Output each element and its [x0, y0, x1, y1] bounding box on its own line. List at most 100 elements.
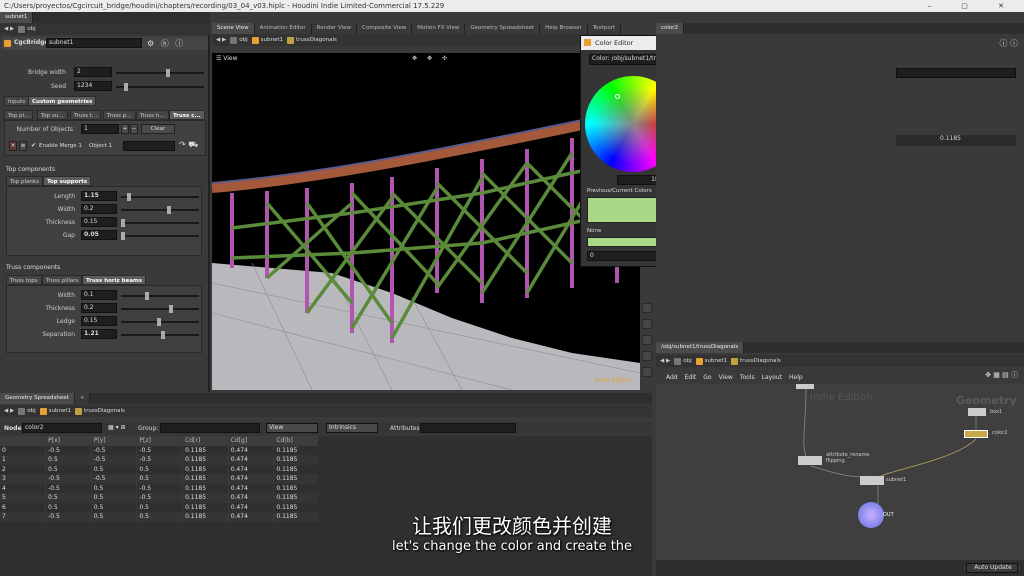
param-field[interactable] — [896, 68, 1016, 78]
path-subnet1[interactable]: subnet1 — [251, 36, 283, 44]
back-icon[interactable]: ◀ ▶ — [4, 26, 14, 32]
tool-icon[interactable] — [642, 319, 652, 329]
subtab-truss-horiz[interactable]: Truss h... — [136, 110, 169, 120]
intrinsics-dropdown[interactable]: Intrinsics — [326, 423, 378, 433]
attributes-field[interactable] — [420, 423, 516, 433]
param-slider[interactable] — [121, 232, 199, 240]
wheel-cursor[interactable] — [615, 94, 620, 99]
clear-button[interactable]: Clear — [141, 124, 175, 134]
tab-textport[interactable]: Textport — [587, 23, 622, 34]
tab-truss-horiz-beams[interactable]: Truss horiz beams — [82, 275, 147, 285]
tool-icon[interactable] — [642, 351, 652, 361]
param-field[interactable]: 1.21 — [81, 329, 117, 339]
pick-icon[interactable]: ↷ ⛟ — [179, 140, 198, 150]
param-field[interactable]: 0.2 — [81, 303, 117, 313]
node-input[interactable] — [796, 384, 814, 389]
node-field[interactable]: color2 — [22, 423, 102, 433]
column-header[interactable]: Cd[b] — [273, 436, 320, 446]
path-subnet1[interactable]: subnet1 — [695, 357, 727, 365]
tab-top-planks[interactable]: Top planks — [6, 176, 43, 186]
column-header[interactable]: Cd[g] — [228, 436, 275, 446]
param-slider[interactable] — [121, 219, 199, 227]
tool-icon[interactable] — [642, 367, 652, 377]
tab-motion-fx-view[interactable]: Motion FX View — [412, 23, 466, 34]
tab-color2[interactable]: color2 — [656, 23, 685, 34]
seed-field[interactable]: 1234 — [74, 81, 112, 91]
alpha-field[interactable]: 0 — [587, 251, 665, 261]
reorder-icon[interactable]: ≡ — [19, 141, 27, 151]
help-icon[interactable]: ⓘ ⓘ — [999, 38, 1018, 49]
enable-merge-checkbox[interactable]: ✔ — [31, 142, 36, 149]
menu-add[interactable]: Add — [666, 374, 678, 381]
cd-value-field[interactable]: 0.1185 — [896, 135, 1016, 146]
3d-viewport[interactable]: ☰ View ✥✥✣ Indie Edition — [212, 53, 640, 390]
bridge-width-field[interactable]: 2 — [74, 67, 112, 77]
remove-object-button[interactable]: − — [130, 124, 138, 134]
menu-layout[interactable]: Layout — [762, 374, 782, 381]
group-field[interactable] — [160, 423, 260, 433]
param-slider[interactable] — [121, 305, 199, 313]
path-obj[interactable]: obj — [18, 407, 36, 415]
tab-render-view[interactable]: Render View — [311, 23, 358, 34]
path-trussdiagonals[interactable]: trussDiagonals — [74, 407, 125, 415]
tab-inputs[interactable]: Inputs — [4, 96, 30, 106]
subtab-truss-pillars[interactable]: Truss p... — [103, 110, 136, 120]
gear-icon[interactable]: ⚙ ⓗ ⓘ — [147, 38, 185, 49]
network-toolbar-icons[interactable]: ✥ ▦ ▤ ⓘ — [985, 370, 1018, 380]
window-controls[interactable]: – ▢ ✕ — [928, 0, 1018, 12]
tab-animation-editor[interactable]: Animation Editor — [254, 23, 312, 34]
tab-scene-view[interactable]: Scene View — [212, 23, 255, 34]
menu-help[interactable]: Help — [789, 374, 803, 381]
param-slider[interactable] — [121, 193, 199, 201]
add-object-button[interactable]: + — [121, 124, 129, 134]
current-color-swatch[interactable] — [587, 197, 665, 223]
add-tab-button[interactable]: + — [74, 393, 91, 404]
column-header[interactable]: P[z] — [136, 436, 184, 446]
param-field[interactable]: 0.05 — [81, 230, 117, 240]
node-name-field[interactable]: subnet1 — [46, 38, 142, 48]
node-flipping[interactable] — [798, 456, 822, 465]
node-box1[interactable] — [968, 408, 986, 416]
menu-edit[interactable]: Edit — [685, 374, 697, 381]
column-header[interactable]: P[x] — [45, 436, 92, 446]
path-trussdiagonals[interactable]: trussDiagonals — [286, 36, 337, 44]
view-dropdown[interactable]: View — [266, 423, 318, 433]
tab-geometry-spreadsheet[interactable]: Geometry Spreadsheet — [465, 23, 541, 34]
back-icon[interactable]: ◀ ▶ — [216, 37, 226, 43]
object1-field[interactable] — [123, 141, 175, 151]
tab-truss-pillars[interactable]: Truss pillars — [42, 275, 83, 285]
tool-icon[interactable] — [642, 303, 652, 313]
tab-truss-tops[interactable]: Truss tops — [6, 275, 42, 285]
param-slider[interactable] — [121, 292, 199, 300]
tab-composite-view[interactable]: Composite View — [357, 23, 413, 34]
back-icon[interactable]: ◀ ▶ — [4, 408, 14, 414]
delete-icon[interactable]: ✕ — [9, 141, 17, 151]
tab-subnet1[interactable]: subnet1 — [0, 12, 34, 23]
tool-icon[interactable] — [642, 335, 652, 345]
column-header[interactable]: P[y] — [91, 436, 138, 446]
subtab-top-planks[interactable]: Top pl... — [4, 110, 34, 120]
param-field[interactable]: 1.15 — [81, 191, 117, 201]
path-obj[interactable]: obj — [230, 36, 248, 44]
tab-geometry-spreadsheet[interactable]: Geometry Spreadsheet — [0, 393, 75, 404]
subtab-top-supports[interactable]: Top su... — [37, 110, 68, 120]
seed-slider[interactable] — [116, 83, 204, 91]
param-slider[interactable] — [121, 206, 199, 214]
menu-go[interactable]: Go — [703, 374, 711, 381]
menu-tools[interactable]: Tools — [740, 374, 755, 381]
auto-update-button[interactable]: Auto Update — [966, 563, 1018, 573]
param-slider[interactable] — [121, 318, 199, 326]
subtab-truss-tops[interactable]: Truss t... — [70, 110, 102, 120]
node-color2[interactable] — [964, 430, 988, 438]
column-header[interactable]: Cd[r] — [182, 436, 229, 446]
path-obj[interactable]: obj — [674, 357, 692, 365]
num-objects-field[interactable]: 1 — [81, 124, 119, 134]
filter-icons[interactable]: ▦ ▾ ⊞ — [108, 424, 126, 431]
bridge-width-slider[interactable] — [116, 69, 204, 77]
subtab-truss-cross[interactable]: Truss c... — [169, 110, 205, 120]
tab-help-browser[interactable]: Help Browser — [540, 23, 588, 34]
param-field[interactable]: 0.1 — [81, 290, 117, 300]
param-field[interactable]: 0.2 — [81, 204, 117, 214]
path-subnet1[interactable]: subnet1 — [39, 407, 71, 415]
tab-top-supports[interactable]: Top supports — [43, 176, 92, 186]
